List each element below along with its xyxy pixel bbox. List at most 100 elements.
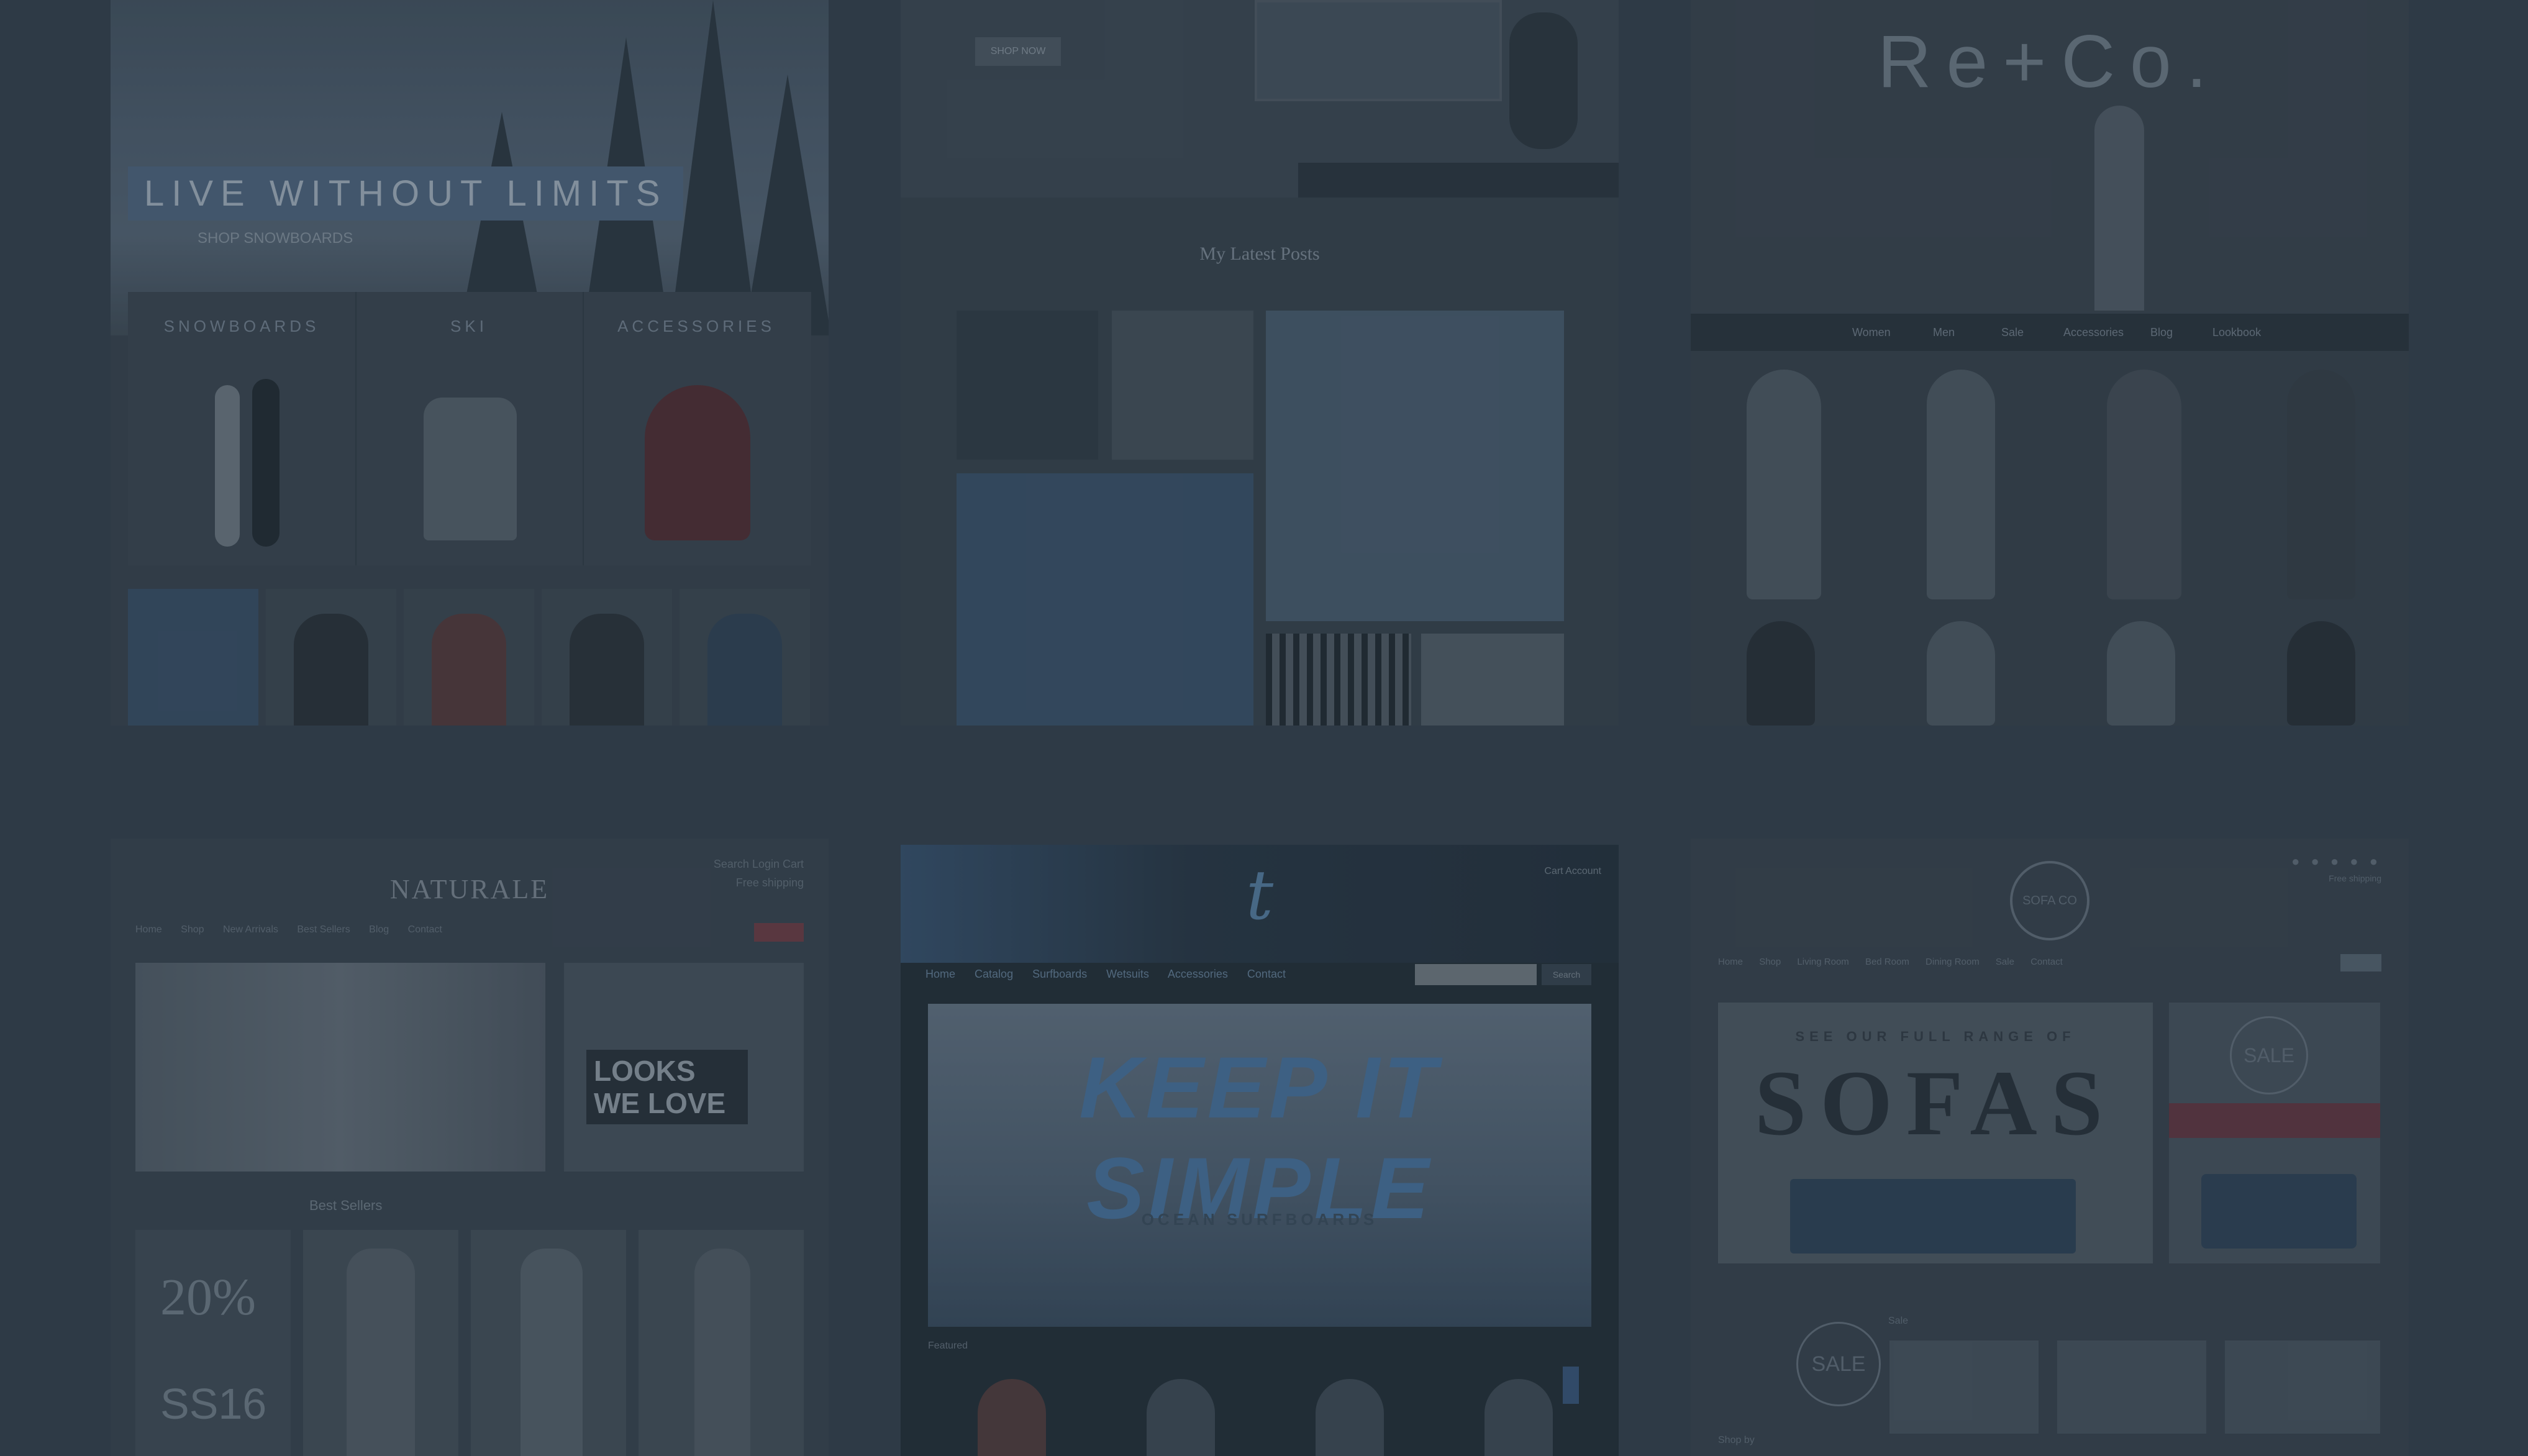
surfboard-image[interactable] <box>1316 1379 1384 1456</box>
menu-item[interactable]: Contact <box>2030 957 2063 967</box>
menu-item[interactable]: Dining Room <box>1926 957 1980 967</box>
cart-button[interactable] <box>2340 954 2381 971</box>
product-thumb[interactable] <box>1889 1340 2039 1434</box>
template-preview-reco[interactable]: Re+Co. Women Men Sale Accessories Blog L… <box>1691 0 2409 726</box>
template-preview-gallery[interactable]: SHOP NOW My Latest Posts <box>901 0 1619 726</box>
product-tile[interactable] <box>542 589 672 726</box>
gallery-photo[interactable] <box>1421 634 1564 726</box>
template-preview-sofas[interactable]: SOFA CO ● ● ● ● ● Free shipping Home Sho… <box>1691 839 2409 1456</box>
chair-image <box>2201 1174 2357 1249</box>
surfboard-image[interactable] <box>1147 1379 1215 1456</box>
product-model[interactable] <box>2107 621 2175 726</box>
nav-item[interactable]: Sale <box>2001 326 2024 339</box>
looks-line: WE LOVE <box>594 1087 726 1119</box>
product-model[interactable] <box>1747 621 1815 726</box>
brand-logo[interactable]: Re+Co. <box>1691 19 2409 104</box>
fashion-product[interactable] <box>303 1230 458 1456</box>
nav-item[interactable]: Accessories <box>1168 968 1228 980</box>
nav-item[interactable]: Blog <box>2150 326 2173 339</box>
beanie-image <box>645 385 750 540</box>
menu-item[interactable]: Shop <box>181 924 204 935</box>
template-preview-snowboard[interactable]: LIVE WITHOUT LIMITS SHOP SNOWBOARDS SNOW… <box>111 0 829 726</box>
nav-item[interactable]: Women <box>1852 326 1891 339</box>
product-thumb[interactable] <box>2057 1340 2206 1434</box>
category-title: SNOWBOARDS <box>163 317 320 335</box>
gallery-photo[interactable] <box>957 311 1098 460</box>
menu-item[interactable]: Home <box>1718 957 1743 967</box>
menu-item[interactable]: Shop <box>1759 957 1781 967</box>
product-tile[interactable] <box>128 589 258 726</box>
product-model[interactable] <box>1927 621 1995 726</box>
looks-label: LOOKS WE LOVE <box>586 1050 748 1124</box>
gallery-photo[interactable] <box>957 473 1253 726</box>
product-row <box>128 589 811 726</box>
shipping-note: Free shipping <box>2329 873 2381 883</box>
gallery-photo[interactable] <box>1266 311 1564 621</box>
product-model[interactable] <box>2287 370 2355 599</box>
snowboard-image <box>252 379 280 547</box>
menu-item[interactable]: Bed Room <box>1865 957 1909 967</box>
jacket-image <box>707 614 782 726</box>
hero-headline: LIVE WITHOUT LIMITS <box>128 166 684 221</box>
section-title: Sale <box>1888 1316 1909 1326</box>
nav-item[interactable]: Home <box>925 968 955 980</box>
shop-now-button[interactable]: SHOP NOW <box>975 37 1061 66</box>
header-links[interactable]: Search Login Cart <box>714 855 804 873</box>
menu-item[interactable]: New Arrivals <box>223 924 278 935</box>
hero-headline: SOFAS <box>1754 1052 2117 1155</box>
gallery-photo[interactable] <box>1266 634 1411 726</box>
surfboard-image[interactable] <box>1485 1379 1553 1456</box>
menu-item[interactable]: Home <box>135 924 162 935</box>
shipping-note: Free shipping <box>735 876 804 889</box>
header-utilities: Search Login Cart Free shipping <box>714 855 804 892</box>
cart-button[interactable] <box>754 923 804 942</box>
sale-badge: SALE <box>1796 1322 1881 1406</box>
fashion-product[interactable] <box>471 1230 626 1456</box>
product-thumb[interactable] <box>2225 1340 2380 1434</box>
category-snowboards[interactable]: SNOWBOARDS <box>128 292 357 565</box>
model-image <box>521 1249 583 1456</box>
sofa-image <box>1790 1179 2076 1254</box>
product-model[interactable] <box>2287 621 2355 726</box>
product-tile[interactable] <box>266 589 396 726</box>
brand-logo[interactable]: SOFA CO <box>2010 861 2089 940</box>
section-title: Shop by <box>1718 1435 1755 1445</box>
category-accessories[interactable]: ACCESSORIES <box>583 292 810 565</box>
header-links[interactable]: Cart Account <box>1544 866 1601 877</box>
section-label: Featured <box>928 1340 968 1351</box>
menu-item[interactable]: Living Room <box>1797 957 1848 967</box>
shelf-image <box>1298 163 1619 198</box>
social-icons[interactable]: ● ● ● ● ● <box>2291 853 2381 870</box>
search-input[interactable] <box>1415 964 1537 985</box>
nav-item[interactable]: Catalog <box>975 968 1013 980</box>
nav-item[interactable]: Accessories <box>2063 326 2124 339</box>
template-preview-naturale[interactable]: NATURALE Search Login Cart Free shipping… <box>111 839 829 1456</box>
product-model[interactable] <box>1927 370 1995 599</box>
menu-item[interactable]: Contact <box>408 924 442 935</box>
product-model[interactable] <box>2107 370 2181 599</box>
promo-strip <box>2169 1103 2380 1138</box>
scroll-indicator[interactable] <box>1563 1367 1579 1404</box>
nav-item[interactable]: Wetsuits <box>1106 968 1149 980</box>
nav-item[interactable]: Lookbook <box>2212 326 2261 339</box>
product-tile[interactable] <box>680 589 810 726</box>
brand-logo[interactable]: t <box>1229 861 1291 929</box>
model-image <box>694 1249 750 1456</box>
nav-item[interactable]: Contact <box>1247 968 1286 980</box>
snowboard-image <box>215 385 240 547</box>
plant-image <box>1509 12 1578 149</box>
product-tile[interactable] <box>404 589 534 726</box>
search-button[interactable]: Search <box>1542 964 1591 985</box>
category-ski[interactable]: SKI <box>355 292 584 565</box>
product-model[interactable] <box>1747 370 1821 599</box>
nav-item[interactable]: Surfboards <box>1032 968 1087 980</box>
menu-item[interactable]: Best Sellers <box>297 924 350 935</box>
template-preview-surf[interactable]: t Cart Account Home Catalog Surfboards W… <box>901 845 1619 1456</box>
gallery-photo[interactable] <box>1112 311 1253 460</box>
menu-item[interactable]: Sale <box>1996 957 2014 967</box>
frame-image <box>1255 0 1502 101</box>
nav-item[interactable]: Men <box>1933 326 1955 339</box>
menu-item[interactable]: Blog <box>369 924 389 935</box>
surfboard-image[interactable] <box>978 1379 1046 1456</box>
fashion-product[interactable] <box>639 1230 804 1456</box>
